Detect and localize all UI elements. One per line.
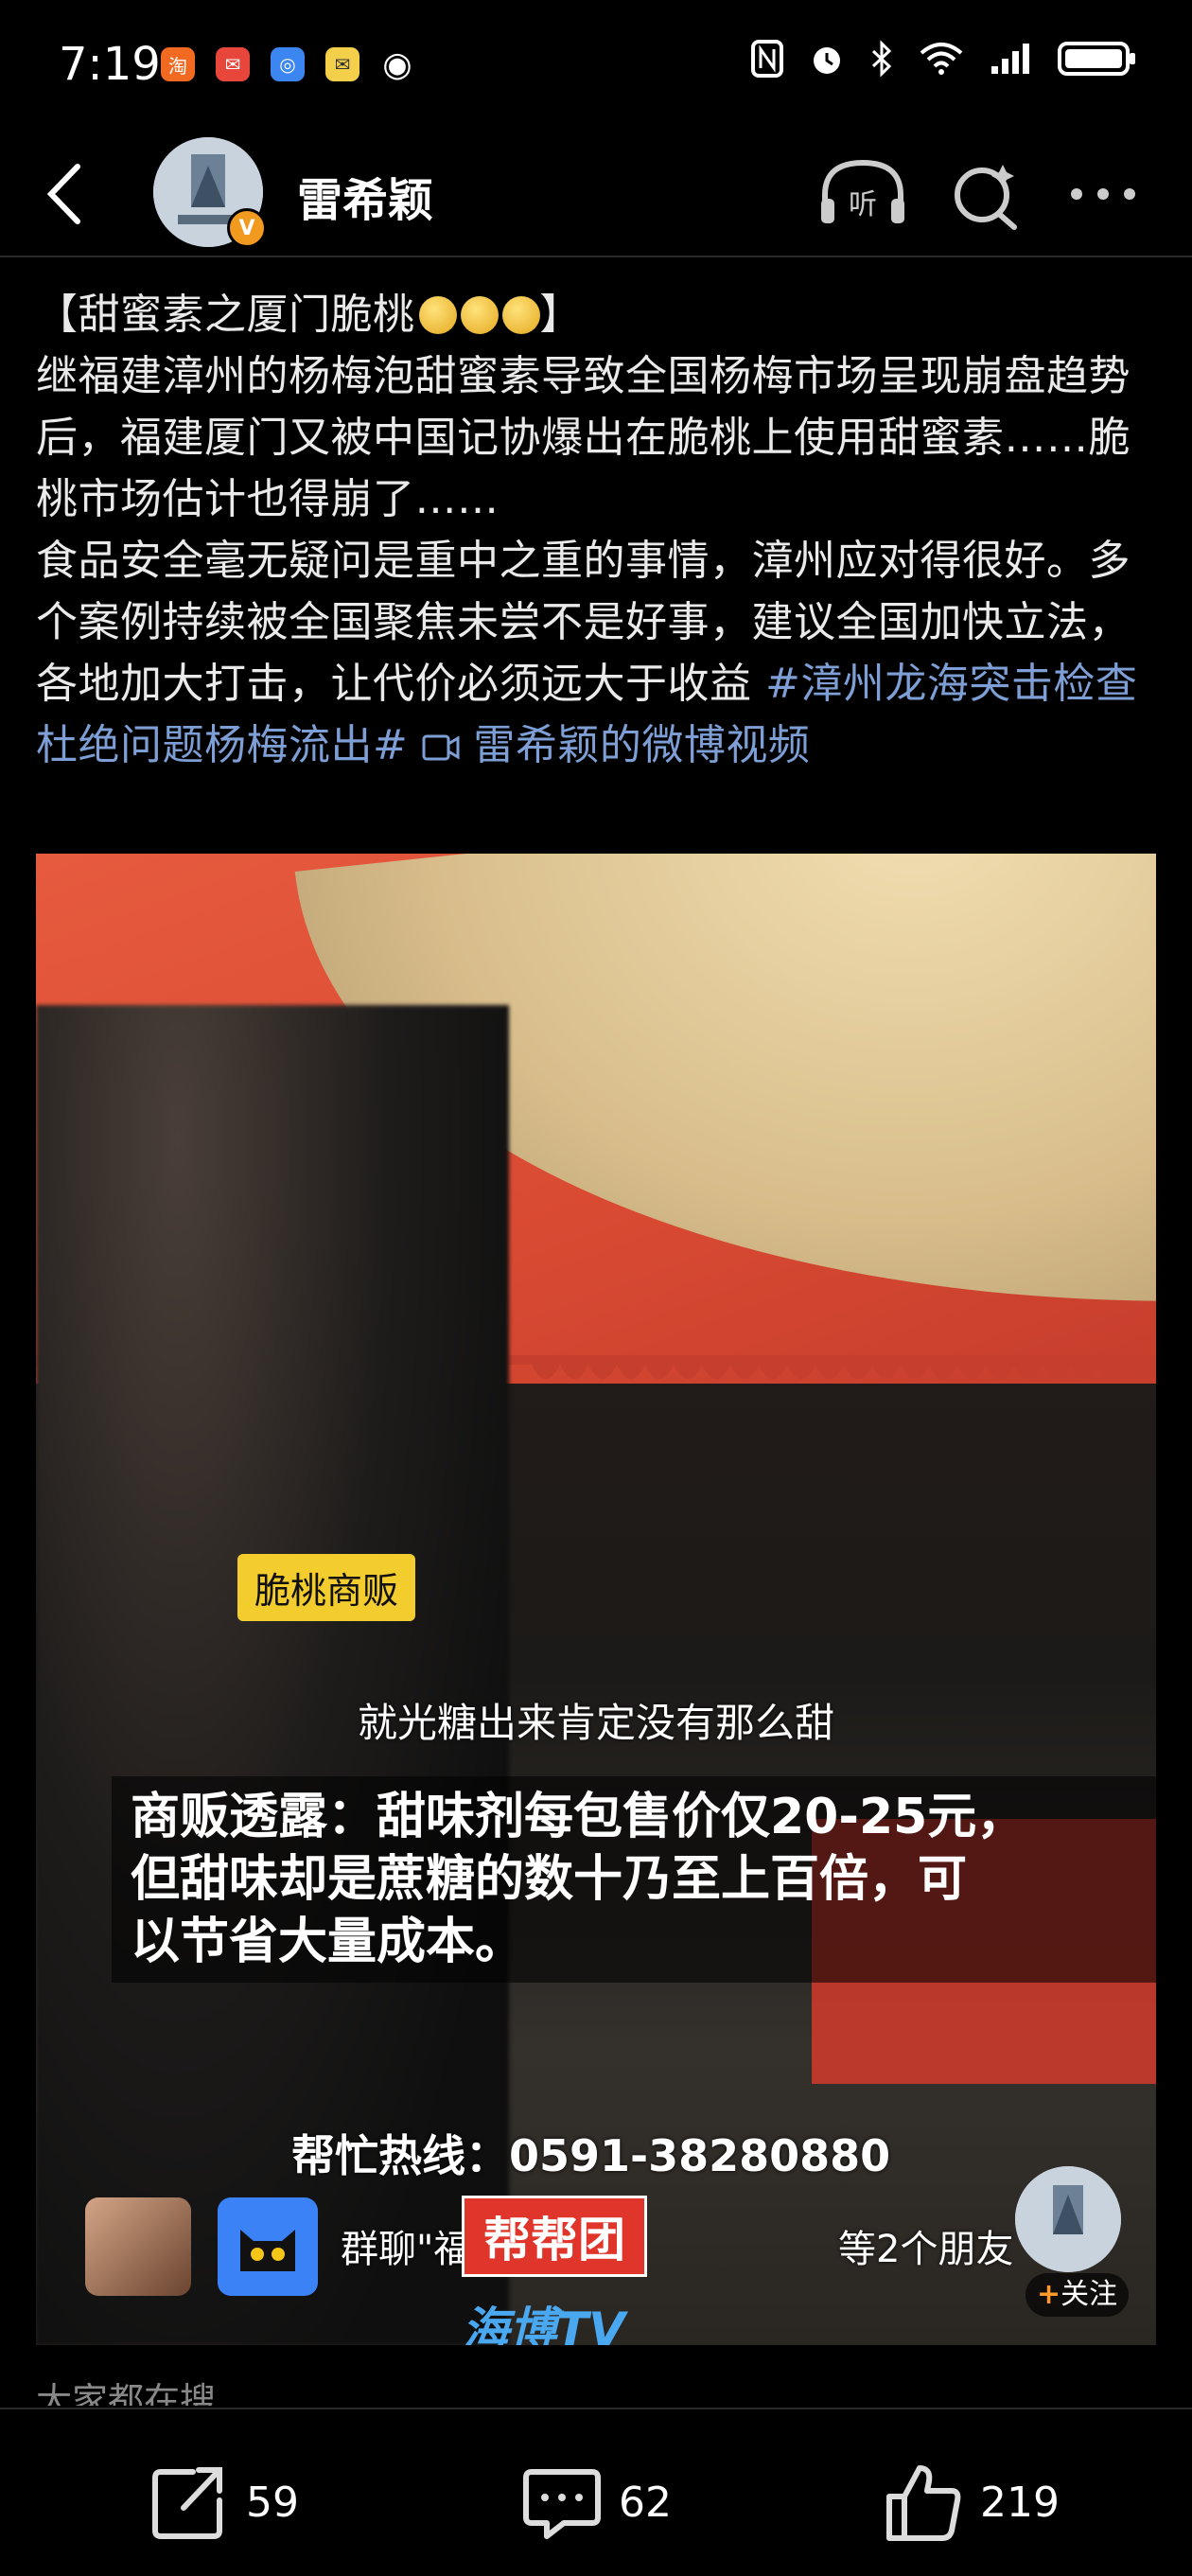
shared-thumbnails	[85, 2197, 318, 2296]
comment-button[interactable]: 62	[522, 2462, 672, 2542]
post-paragraph-2: 食品安全毫无疑问是重中之重的事情，漳州应对得很好。多个案例持续被全国聚焦未尝不是…	[36, 537, 1138, 769]
like-button[interactable]: 219	[884, 2462, 1060, 2542]
video-caption: 商贩透露：甜味剂每包售价仅20-25元， 但甜味却是蔗糖的数十乃至上百倍，可 以…	[112, 1776, 1156, 1983]
svg-text:听: 听	[849, 188, 877, 221]
share-button[interactable]: 59	[149, 2462, 299, 2542]
bluetooth-icon	[871, 40, 892, 78]
nfc-icon	[751, 40, 783, 78]
headphones-icon: 听	[821, 159, 904, 223]
post-paragraph-1: 继福建漳州的杨梅泡甜蜜素导致全国杨梅市场呈现崩盘趋势后，福建厦门又被中国记协爆出…	[36, 352, 1131, 523]
mail-icon: ✉	[216, 47, 250, 81]
status-bar: 7:19 淘 ✉ ◎ ✉ ◉	[0, 0, 1192, 132]
battery-icon	[1058, 42, 1135, 76]
more-button[interactable]	[1065, 170, 1141, 218]
action-bar: 59 62 219	[0, 2408, 1192, 2576]
trending-search-label: 大家都在搜	[36, 2380, 217, 2406]
video-link[interactable]: 雷希颖的微博视频	[422, 721, 811, 769]
search-icon	[955, 165, 1017, 230]
message-icon: ✉	[325, 47, 359, 81]
share-count: 59	[246, 2478, 299, 2527]
more-icon	[1071, 188, 1135, 200]
comment-icon	[523, 2469, 601, 2539]
video-player[interactable]: 脆桃商贩 就光糖出来肯定没有那么甜 商贩透露：甜味剂每包售价仅20-25元， 但…	[36, 854, 1156, 2345]
grin-emoji-icon	[418, 296, 457, 334]
video-subtitle: 就光糖出来肯定没有那么甜	[357, 1700, 834, 1746]
notification-icons: 淘 ✉ ◎ ✉ ◉	[161, 44, 414, 84]
back-button[interactable]	[36, 161, 93, 227]
grin-emoji-icon	[501, 296, 540, 334]
post-header: V 雷希颖 听	[0, 132, 1192, 257]
like-count: 219	[980, 2478, 1060, 2527]
hotline-text: 帮忙热线：0591-38280880	[291, 2130, 891, 2181]
channel-logo: 海博TV	[462, 2303, 625, 2345]
post-body: 【甜蜜素之厦门脆桃】 继福建漳州的杨梅泡甜蜜素导致全国杨梅市场呈现崩盘趋势后，福…	[36, 284, 1156, 776]
signal-icon	[991, 44, 1029, 74]
wifi-icon	[920, 43, 963, 75]
friends-text: 等2个朋友	[838, 2228, 1014, 2271]
video-icon	[422, 734, 460, 761]
system-icons	[751, 40, 1137, 78]
back-arrow-icon	[46, 164, 80, 224]
search-button[interactable]	[950, 159, 1022, 231]
browser-icon: ◎	[271, 47, 305, 81]
grin-emoji-icon	[460, 296, 499, 334]
follow-button[interactable]: +关注	[1025, 2273, 1130, 2317]
alarm-icon	[814, 47, 840, 74]
post-title: 【甜蜜素之厦门脆桃】	[36, 291, 582, 339]
author-mini-avatar[interactable]	[1015, 2166, 1121, 2272]
status-time: 7:19	[59, 38, 161, 91]
share-icon	[152, 2467, 222, 2539]
comment-count: 62	[619, 2478, 672, 2527]
username[interactable]: 雷希颖	[297, 163, 433, 229]
thumbs-up-icon	[886, 2465, 961, 2541]
cat-app-icon	[218, 2197, 318, 2296]
verified-badge: V	[227, 208, 267, 248]
taobao-icon: 淘	[161, 47, 195, 81]
friend-thumbnail	[85, 2197, 191, 2296]
eye-icon: ◉	[382, 44, 412, 84]
vendor-tag: 脆桃商贩	[237, 1554, 416, 1621]
brand-logo: 帮帮团	[462, 2196, 647, 2277]
listen-button[interactable]: 听	[817, 157, 908, 229]
